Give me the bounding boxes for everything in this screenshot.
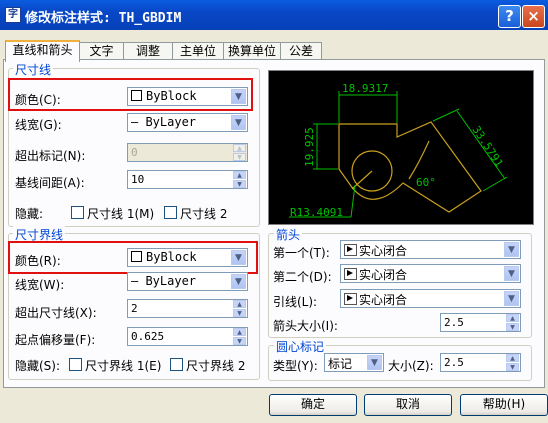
closed-filled-arrow-icon: [344, 268, 357, 280]
leader-arrow-label: 引线(L):: [273, 295, 318, 309]
radius-text: R13.4091: [290, 206, 343, 219]
center-type-value: 标记: [328, 357, 353, 371]
tab-tolerances[interactable]: 公差: [280, 42, 322, 60]
spin-down-icon[interactable]: ▼: [506, 363, 519, 371]
suppress-ext2-checkbox[interactable]: [170, 358, 183, 371]
spin-up-icon[interactable]: ▲: [506, 354, 519, 362]
first-arrow-value: 实心闭合: [359, 244, 408, 258]
highlight-box: [8, 78, 253, 111]
leader-arrow-value: 实心闭合: [359, 293, 408, 307]
spin-down-icon[interactable]: ▼: [506, 323, 519, 331]
origin-offset-value: 0.625: [131, 330, 165, 343]
preview-pane: 18.9317 19.925 33.5791 60° R13.4091: [268, 70, 534, 225]
dim-linewidth-label: 线宽(G):: [15, 118, 62, 132]
preview-drawing: 18.9317 19.925 33.5791 60° R13.4091: [289, 82, 508, 219]
suppress-dim2-label: 尺寸线 2: [180, 207, 228, 221]
closed-filled-arrow-icon: [344, 244, 357, 256]
suppress-dim1-label: 尺寸线 1(M): [87, 207, 155, 221]
spin-down-icon[interactable]: ▼: [233, 309, 246, 317]
geometry: [338, 121, 482, 213]
tab-primary-units[interactable]: 主单位: [172, 42, 224, 60]
baseline-spacing-spinner[interactable]: 10 ▲ ▼: [127, 170, 248, 189]
suppress-ext1-label: 尺寸界线 1(E): [85, 359, 162, 373]
cancel-button[interactable]: 取消: [364, 394, 452, 416]
chevron-down-icon[interactable]: ▼: [504, 242, 519, 257]
dim-left-text: 19.925: [303, 127, 316, 167]
ext-extend-spinner[interactable]: 2 ▲ ▼: [127, 299, 248, 318]
dim-extend-value: 0: [131, 146, 138, 159]
chevron-down-icon[interactable]: ▼: [504, 266, 519, 281]
chevron-down-icon[interactable]: ▼: [231, 274, 246, 289]
second-arrow-select[interactable]: 实心闭合 ▼: [340, 264, 521, 283]
baseline-spacing-value: 10: [131, 173, 145, 186]
tab-fit[interactable]: 调整: [123, 42, 173, 60]
dim-top-text: 18.9317: [342, 82, 388, 95]
ext-extend-value: 2: [131, 302, 138, 315]
suppress-dim2-checkbox[interactable]: [164, 206, 177, 219]
dim-line-legend: 尺寸线: [13, 61, 54, 78]
close-button[interactable]: ×: [522, 5, 545, 28]
highlight-box: [8, 241, 258, 274]
second-arrow-value: 实心闭合: [359, 268, 408, 282]
dim-linewidth-value: — ByLayer: [131, 115, 197, 129]
closed-filled-arrow-icon: [344, 293, 357, 305]
center-size-spinner[interactable]: 2.5 ▲ ▼: [440, 353, 521, 372]
second-arrow-label: 第二个(D):: [273, 270, 332, 284]
dim-diag-text: 33.5791: [469, 124, 505, 170]
spin-up-icon[interactable]: ▲: [233, 328, 246, 336]
ext-suppress-label: 隐藏(S):: [15, 359, 61, 373]
ext-linewidth-label: 线宽(W):: [15, 278, 65, 292]
angle-text: 60°: [416, 176, 436, 189]
spin-down-icon[interactable]: ▼: [233, 337, 246, 345]
center-type-select[interactable]: 标记 ▼: [324, 353, 384, 372]
title-bar: 字 修改标注样式: TH_GBDIM ? ×: [0, 0, 548, 30]
center-size-value: 2.5: [444, 356, 464, 369]
origin-offset-label: 起点偏移量(F):: [15, 333, 96, 347]
chevron-down-icon[interactable]: ▼: [504, 291, 519, 306]
dim-linewidth-select[interactable]: — ByLayer ▼: [127, 113, 248, 132]
baseline-spacing-label: 基线间距(A):: [15, 176, 85, 190]
first-arrow-select[interactable]: 实心闭合 ▼: [340, 240, 521, 259]
spin-up-icon[interactable]: ▲: [506, 314, 519, 322]
center-type-label: 类型(Y):: [273, 359, 318, 373]
spin-up-icon[interactable]: ▲: [233, 171, 246, 179]
ext-linewidth-select[interactable]: — ByLayer ▼: [127, 272, 248, 291]
dimension-lines: [289, 91, 508, 218]
suppress-ext2-label: 尺寸界线 2: [186, 359, 246, 373]
help-button[interactable]: 帮助(H): [460, 394, 548, 416]
help-title-button[interactable]: ?: [498, 5, 521, 28]
ext-extend-label: 超出尺寸线(X):: [15, 306, 97, 320]
spin-up-icon[interactable]: ▲: [233, 144, 246, 152]
ok-button[interactable]: 确定: [269, 394, 357, 416]
center-size-label: 大小(Z):: [388, 359, 434, 373]
arrowheads-legend: 箭头: [274, 226, 303, 243]
dim-suppress-label: 隐藏:: [15, 207, 44, 221]
suppress-dim1-checkbox[interactable]: [71, 206, 84, 219]
tab-lines-arrows[interactable]: 直线和箭头: [5, 40, 80, 62]
dim-extend-spinner[interactable]: 0 ▲ ▼: [127, 143, 248, 162]
suppress-ext1-checkbox[interactable]: [69, 358, 82, 371]
spin-down-icon[interactable]: ▼: [233, 180, 246, 188]
arrow-size-label: 箭头大小(I):: [273, 319, 338, 333]
leader-arrow-select[interactable]: 实心闭合 ▼: [340, 289, 521, 308]
window-title: 修改标注样式: TH_GBDIM: [25, 11, 182, 26]
dim-extend-label: 超出标记(N):: [15, 149, 86, 163]
app-icon: 字: [5, 7, 21, 23]
spin-up-icon[interactable]: ▲: [233, 300, 246, 308]
origin-offset-spinner[interactable]: 0.625 ▲ ▼: [127, 327, 248, 346]
spin-down-icon[interactable]: ▼: [233, 153, 246, 161]
center-mark-legend: 圆心标记: [274, 338, 327, 355]
tab-alternate-units[interactable]: 换算单位: [223, 42, 281, 60]
first-arrow-label: 第一个(T):: [273, 246, 330, 260]
arrow-size-value: 2.5: [444, 316, 464, 329]
tab-text[interactable]: 文字: [79, 42, 124, 60]
ext-linewidth-value: — ByLayer: [131, 274, 197, 288]
chevron-down-icon[interactable]: ▼: [367, 355, 382, 370]
chevron-down-icon[interactable]: ▼: [231, 115, 246, 130]
arrow-size-spinner[interactable]: 2.5 ▲ ▼: [440, 313, 521, 332]
